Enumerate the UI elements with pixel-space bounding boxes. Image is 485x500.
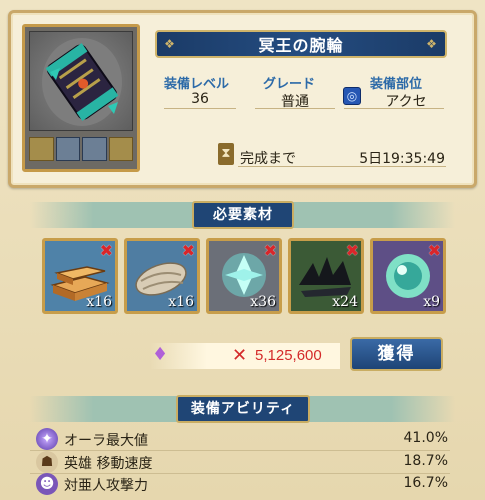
ornament-right-icon: ❖ — [426, 37, 438, 51]
material-slot[interactable]: ✖ x9 — [370, 238, 446, 314]
divider — [30, 450, 450, 451]
item-slot — [29, 137, 54, 161]
demihuman-icon: ☻ — [36, 473, 58, 495]
item-slot — [55, 137, 80, 161]
ability-label: 対亜人攻撃力 — [64, 478, 148, 494]
aura-icon: ✦ — [36, 428, 58, 450]
accessory-slot-icon: ◎ — [343, 87, 361, 105]
divider — [238, 166, 446, 167]
missing-x-icon: ✖ — [345, 241, 359, 260]
level-label: 装備レベル — [164, 77, 230, 92]
missing-x-icon: ✖ — [99, 241, 113, 260]
bracelet-icon — [29, 31, 133, 131]
item-slot-row — [29, 137, 133, 161]
ability-value: 18.7% — [403, 453, 448, 469]
divider — [255, 108, 335, 109]
ability-value: 41.0% — [403, 430, 448, 446]
divider — [344, 108, 444, 109]
material-qty: x16 — [86, 294, 112, 310]
purple-crystal-icon: ♦ — [152, 344, 169, 365]
ability-row: ☻ 対亜人攻撃力 16.7% — [28, 473, 448, 495]
material-qty: x16 — [168, 294, 194, 310]
item-title: ❖ 冥王の腕輪 ❖ — [155, 30, 447, 58]
material-slot[interactable]: ✖ x16 — [124, 238, 200, 314]
item-slot — [108, 137, 133, 161]
ability-label: 英雄 移動速度 — [64, 456, 153, 472]
item-name: 冥王の腕輪 — [258, 36, 344, 55]
ability-label: オーラ最大値 — [64, 433, 148, 449]
material-qty: x9 — [423, 294, 440, 310]
missing-x-icon: ✖ — [181, 241, 195, 260]
material-slot[interactable]: ✖ x16 — [42, 238, 118, 314]
divider — [164, 108, 236, 109]
material-qty: x24 — [332, 294, 358, 310]
item-portrait — [22, 24, 140, 172]
grade-label: グレード — [263, 77, 316, 92]
missing-x-icon: ✖ — [263, 241, 277, 260]
missing-x-icon: ✖ — [427, 241, 441, 260]
slot-label: 装備部位 — [370, 77, 423, 92]
acquire-button[interactable]: 獲得 — [350, 337, 443, 371]
multiply-x-icon: ✕ — [232, 345, 248, 366]
level-value: 36 — [191, 91, 209, 107]
ability-row: ✦ オーラ最大値 41.0% — [28, 428, 448, 450]
ability-value: 16.7% — [403, 475, 448, 491]
ability-row: ☗ 英雄 移動速度 18.7% — [28, 451, 448, 473]
material-slot[interactable]: ✖ x24 — [288, 238, 364, 314]
hero-icon: ☗ — [36, 451, 58, 473]
timer-value: 5日19:35:49 — [359, 151, 445, 167]
abilities-title: 装備アビリティ — [176, 395, 310, 423]
ornament-left-icon: ❖ — [164, 37, 176, 51]
material-qty: x36 — [250, 294, 276, 310]
material-slot[interactable]: ✖ x36 — [206, 238, 282, 314]
materials-title: 必要素材 — [192, 201, 294, 229]
timer-label: 完成まで — [240, 151, 296, 167]
item-slot — [82, 137, 107, 161]
cost-amount: 5,125,600 — [255, 347, 322, 364]
hourglass-icon: ⧗ — [218, 143, 234, 165]
divider — [30, 473, 450, 474]
